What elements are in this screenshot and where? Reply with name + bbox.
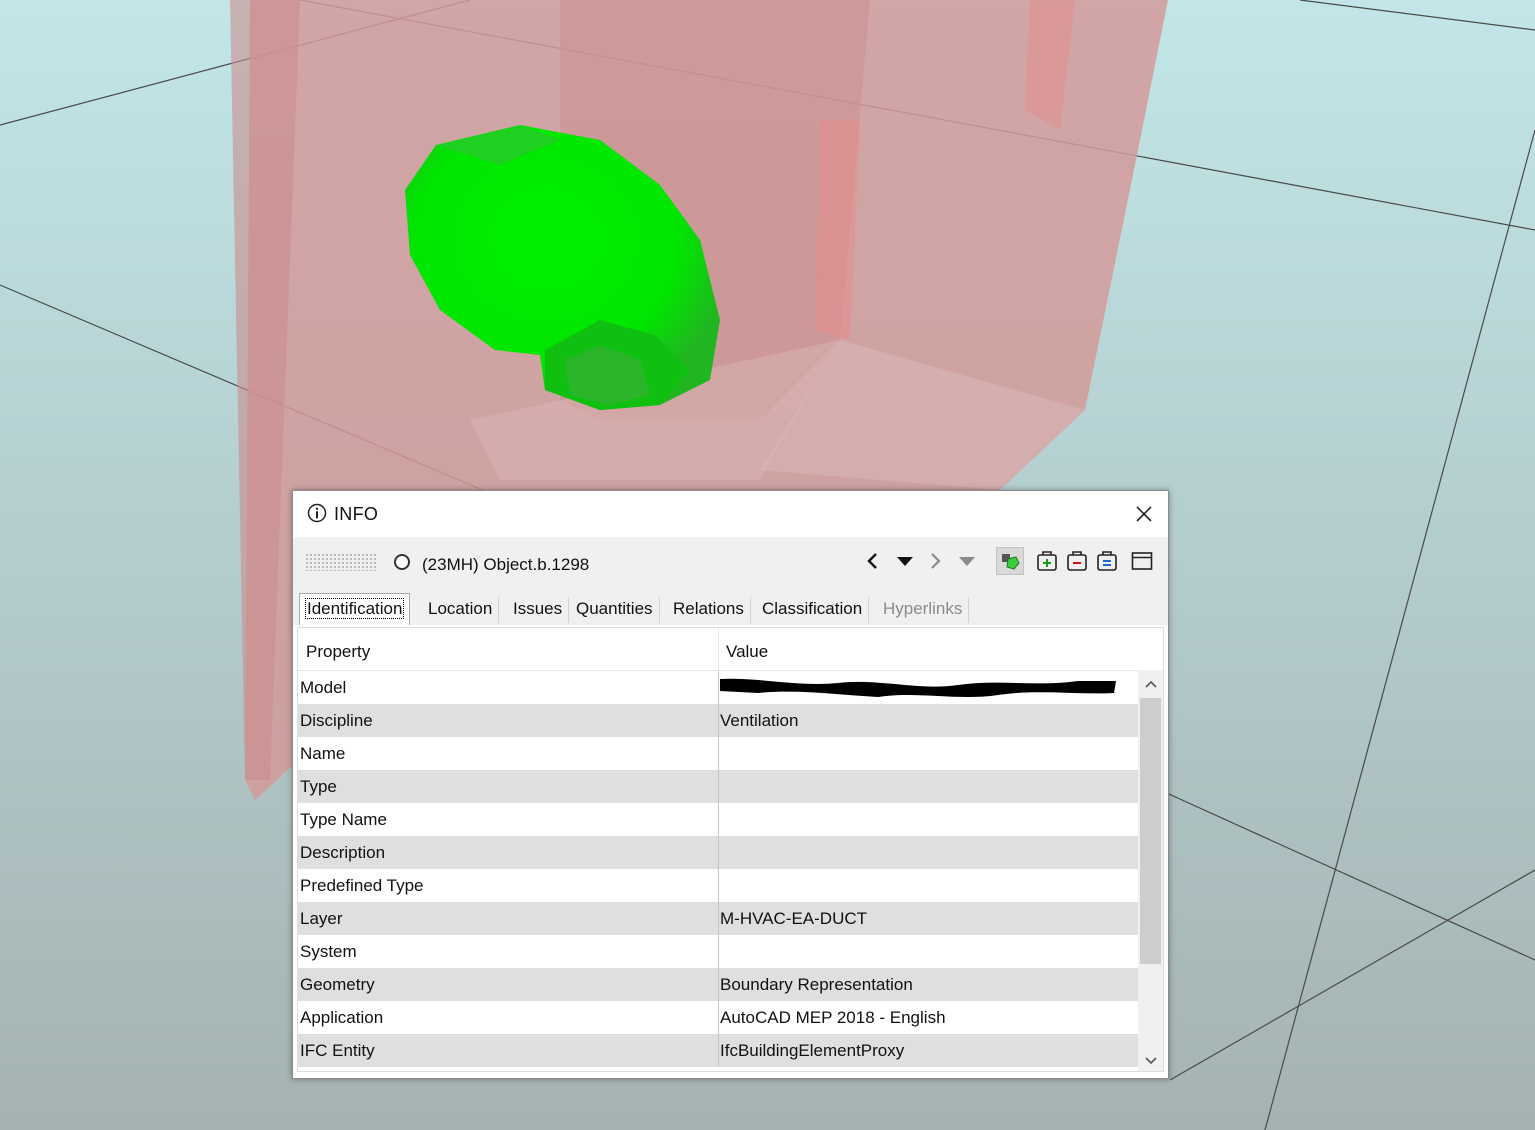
value-cell: IfcBuildingElementProxy xyxy=(720,1041,905,1060)
column-divider xyxy=(718,737,719,770)
info-circle-icon xyxy=(307,503,327,523)
tab-label: Location xyxy=(428,599,493,618)
close-icon xyxy=(1136,506,1152,522)
selection-list-button[interactable] xyxy=(1093,547,1121,575)
property-cell: System xyxy=(300,942,357,961)
column-divider xyxy=(718,1001,719,1034)
tab-label: Issues xyxy=(513,599,563,618)
property-grid: Property Value Model Discipline Ventilat… xyxy=(297,627,1164,1072)
dropdown-arrow-icon xyxy=(897,557,913,566)
tab-label: Classification xyxy=(762,599,863,618)
chevron-left-icon xyxy=(867,553,877,569)
window-icon xyxy=(1131,552,1153,570)
value-cell: Ventilation xyxy=(720,711,799,730)
value-cell: Boundary Representation xyxy=(720,975,913,994)
list-selection-icon xyxy=(1097,551,1117,571)
object-radio-icon[interactable] xyxy=(394,554,410,570)
table-row[interactable]: Application AutoCAD MEP 2018 - English xyxy=(298,1001,1138,1034)
property-cell: Discipline xyxy=(300,711,373,730)
vertical-scrollbar[interactable] xyxy=(1138,670,1163,1071)
info-panel: INFO (23MH) Object.b.1298 Identification… xyxy=(292,490,1169,1079)
table-row[interactable]: Type xyxy=(298,770,1138,803)
property-cell: Layer xyxy=(300,909,343,928)
remove-from-selection-button[interactable] xyxy=(1063,547,1091,575)
panel-titlebar[interactable]: INFO xyxy=(293,491,1168,537)
chevron-right-icon xyxy=(931,553,941,569)
column-divider xyxy=(718,836,719,869)
column-header-property[interactable]: Property xyxy=(306,642,370,662)
column-divider xyxy=(718,968,719,1001)
property-cell: Predefined Type xyxy=(300,876,424,895)
column-divider xyxy=(718,935,719,968)
value-cell: M-HVAC-EA-DUCT xyxy=(720,909,868,928)
grid-rows: Model Discipline Ventilation Name Type T… xyxy=(298,671,1138,1067)
tab-location[interactable]: Location xyxy=(422,597,500,623)
column-header-value[interactable]: Value xyxy=(726,642,768,662)
property-cell: Type Name xyxy=(300,810,387,829)
panel-toolbar: (23MH) Object.b.1298 xyxy=(293,537,1168,585)
tab-quantities[interactable]: Quantities xyxy=(570,597,660,623)
close-button[interactable] xyxy=(1127,497,1161,531)
property-cell: Description xyxy=(300,843,386,862)
table-row[interactable]: System xyxy=(298,935,1138,968)
column-divider xyxy=(718,902,719,935)
value-cell: AutoCAD MEP 2018 - English xyxy=(720,1008,946,1027)
grid-header: Property Value xyxy=(298,628,1138,671)
remove-selection-icon xyxy=(1067,551,1087,571)
table-row[interactable]: Description xyxy=(298,836,1138,869)
property-cell: Name xyxy=(300,744,346,763)
history-back-dropdown[interactable] xyxy=(891,547,919,575)
column-divider xyxy=(718,704,719,737)
panel-title: INFO xyxy=(334,504,379,524)
table-row[interactable]: Type Name xyxy=(298,803,1138,836)
scroll-down-button[interactable] xyxy=(1138,1051,1163,1071)
window-layout-button[interactable] xyxy=(1128,547,1156,575)
panel-tabs: Identification Location Issues Quantitie… xyxy=(293,585,1168,625)
column-divider xyxy=(718,770,719,803)
property-cell: Model xyxy=(300,678,347,697)
visibility-toggle-button[interactable] xyxy=(996,547,1024,575)
table-row[interactable]: Predefined Type xyxy=(298,869,1138,902)
property-cell: IFC Entity xyxy=(300,1041,375,1060)
property-cell: Application xyxy=(300,1008,384,1027)
tab-label: Quantities xyxy=(576,599,653,618)
tab-identification[interactable]: Identification xyxy=(299,593,411,625)
tab-classification[interactable]: Classification xyxy=(756,597,870,623)
property-cell: Type xyxy=(300,777,337,796)
redaction-mark xyxy=(720,678,1116,697)
tab-label: Hyperlinks xyxy=(883,599,963,618)
column-divider xyxy=(718,1034,719,1067)
dropdown-arrow-icon xyxy=(959,557,975,566)
column-divider xyxy=(718,803,719,836)
tab-relations[interactable]: Relations xyxy=(667,597,751,623)
chevron-down-icon xyxy=(1144,1057,1157,1065)
column-divider xyxy=(718,869,719,902)
tab-issues[interactable]: Issues xyxy=(507,597,570,623)
tab-hyperlinks: Hyperlinks xyxy=(877,597,970,623)
tab-label: Identification xyxy=(304,598,405,619)
chevron-up-icon xyxy=(1144,680,1157,688)
table-row[interactable]: IFC Entity IfcBuildingElementProxy xyxy=(298,1034,1138,1067)
next-object-button[interactable] xyxy=(921,547,949,575)
scroll-up-button[interactable] xyxy=(1138,674,1163,694)
tab-label: Relations xyxy=(673,599,744,618)
scrollbar-thumb[interactable] xyxy=(1140,698,1161,964)
add-to-selection-button[interactable] xyxy=(1033,547,1061,575)
table-row[interactable]: Discipline Ventilation xyxy=(298,704,1138,737)
add-selection-icon xyxy=(1037,551,1057,571)
table-row[interactable]: Layer M-HVAC-EA-DUCT xyxy=(298,902,1138,935)
table-row[interactable]: Name xyxy=(298,737,1138,770)
previous-object-button[interactable] xyxy=(859,547,887,575)
property-cell: Geometry xyxy=(300,975,375,994)
table-row[interactable]: Model xyxy=(298,671,1138,704)
column-separator[interactable] xyxy=(718,628,719,670)
selected-object-name: (23MH) Object.b.1298 xyxy=(422,555,590,574)
table-row[interactable]: Geometry Boundary Representation xyxy=(298,968,1138,1001)
drag-grip-icon[interactable] xyxy=(305,553,377,571)
history-forward-dropdown[interactable] xyxy=(953,547,981,575)
visibility-toggle-icon xyxy=(1002,554,1020,570)
